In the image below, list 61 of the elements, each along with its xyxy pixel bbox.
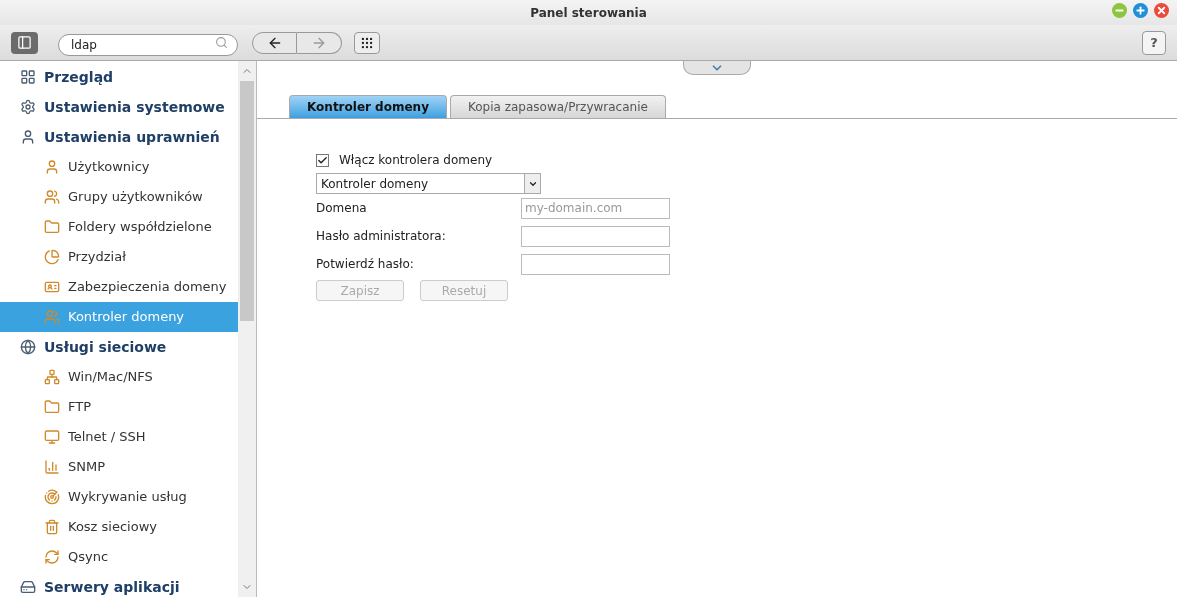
sidebar-item[interactable]: Przydział — [0, 242, 238, 272]
sidebar-item[interactable]: SNMP — [0, 452, 238, 482]
collapse-tab[interactable] — [683, 61, 751, 75]
scrollbar[interactable] — [238, 61, 256, 597]
users-icon — [44, 189, 60, 205]
sidebar-item[interactable]: Foldery współdzielone — [0, 212, 238, 242]
monitor-icon — [44, 429, 60, 445]
sidebar-item[interactable]: Wykrywanie usług — [0, 482, 238, 512]
sidebar-section[interactable]: Ustawienia systemowe — [0, 92, 238, 122]
checkbox[interactable] — [316, 153, 329, 167]
sidebar-item[interactable]: Win/Mac/NFS — [0, 362, 238, 392]
grid-dots-icon — [360, 35, 374, 50]
field-label: Hasło administratora: — [316, 228, 447, 245]
help-button[interactable]: ? — [1142, 30, 1166, 55]
globe-icon — [20, 339, 36, 355]
search-field[interactable]: ldap — [58, 33, 238, 56]
settings-icon — [20, 99, 36, 115]
sidebar-item[interactable]: Qsync — [0, 542, 238, 572]
id-card-icon — [44, 279, 60, 295]
scrollbar-thumb[interactable] — [240, 81, 254, 321]
drive-icon — [20, 579, 36, 595]
users-icon — [44, 309, 60, 325]
sidebar-item[interactable]: Kosz sieciowy — [0, 512, 238, 542]
sidebar-item[interactable]: Użytkownicy — [0, 152, 238, 182]
bar-chart-icon — [44, 459, 60, 475]
input-field[interactable] — [521, 253, 670, 275]
panel-icon — [17, 35, 32, 50]
close-icon[interactable] — [1154, 3, 1169, 18]
sidebar-section[interactable]: Serwery aplikacji — [0, 572, 238, 597]
sidebar-section[interactable]: Usługi sieciowe — [0, 332, 238, 362]
field-label: Potwierdź hasło: — [316, 256, 415, 273]
sidebar-item[interactable]: Grupy użytkowników — [0, 182, 238, 212]
apps-button[interactable] — [354, 31, 380, 54]
sidebar-item[interactable]: Telnet / SSH — [0, 422, 238, 452]
network-icon — [44, 369, 60, 385]
mode-dropdown[interactable]: Kontroler domeny — [316, 173, 541, 194]
folder-icon — [44, 399, 60, 415]
sidebar-toggle-button[interactable] — [11, 31, 38, 54]
sidebar-item[interactable]: FTP — [0, 392, 238, 422]
input-field[interactable]: my-domain.com — [521, 197, 670, 219]
sidebar-item[interactable]: Zabezpieczenia domeny — [0, 272, 238, 302]
maximize-icon[interactable] — [1133, 3, 1148, 18]
window-title: Panel sterowania — [530, 4, 647, 22]
sidebar-section[interactable]: Ustawienia uprawnień — [0, 122, 238, 152]
checkbox-label: Włącz kontrolera domeny — [339, 152, 493, 169]
field-label: Domena — [316, 200, 368, 217]
minimize-icon[interactable] — [1112, 3, 1127, 18]
tab[interactable]: Kopia zapasowa/Przywracanie — [449, 95, 666, 118]
trash-icon — [44, 519, 60, 535]
pie-chart-icon — [44, 249, 60, 265]
sidebar-section[interactable]: Przegląd — [0, 62, 238, 92]
folder-icon — [44, 219, 60, 235]
back-button[interactable] — [252, 31, 297, 54]
sync-icon — [44, 549, 60, 565]
user-icon — [20, 129, 36, 145]
user-icon — [44, 159, 60, 175]
tab[interactable]: Kontroler domeny — [289, 95, 447, 118]
search-icon — [215, 35, 228, 49]
input-field[interactable] — [521, 225, 670, 247]
radar-icon — [44, 489, 60, 505]
grid-icon — [20, 69, 36, 85]
